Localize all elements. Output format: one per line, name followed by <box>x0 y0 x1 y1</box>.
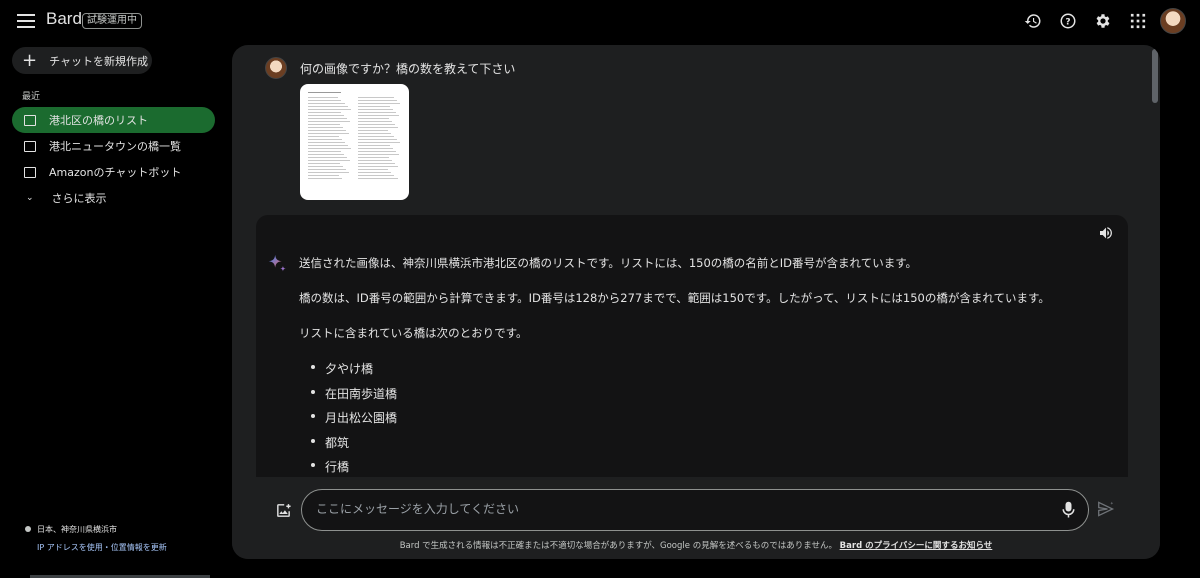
update-location-link[interactable]: IP アドレスを使用・位置情報を更新 <box>37 542 167 553</box>
new-chat-label: チャットを新規作成 <box>49 54 148 68</box>
svg-text:?: ? <box>1065 17 1070 27</box>
help-icon[interactable]: ? <box>1055 8 1081 34</box>
user-prompt-text: 何の画像ですか？橋の数を教えて下さい <box>300 62 516 76</box>
chat-panel: 何の画像ですか？橋の数を教えて下さい 送信された画像は、神奈川県横浜市港北区の橋… <box>232 45 1160 559</box>
disclaimer-text: Bard で生成される情報は不正確または不適切な場合がありますが、Google … <box>232 539 1160 551</box>
send-icon[interactable] <box>1097 501 1115 521</box>
user-avatar <box>265 57 287 79</box>
chat-bubble-icon <box>24 140 36 152</box>
speaker-icon[interactable] <box>1098 225 1114 245</box>
disclaimer-label: Bard で生成される情報は不正確または不適切な場合がありますが、Google … <box>399 541 837 551</box>
menu-icon[interactable] <box>15 11 37 31</box>
history-icon[interactable] <box>1020 8 1046 34</box>
sidebar-item-label: 港北区の橋のリスト <box>49 114 148 127</box>
sidebar-item-amazon-chatbot[interactable]: Amazonのチャットボット <box>12 159 215 185</box>
sidebar-item-label: Amazonのチャットボット <box>49 166 182 179</box>
chat-bubble-icon <box>24 114 36 126</box>
list-item: 都筑 <box>299 434 1099 459</box>
response-paragraph: リストに含まれている橋は次のとおりです。 <box>299 326 528 340</box>
sidebar-item-kohoku-bridges[interactable]: 港北区の橋のリスト <box>12 107 215 133</box>
bridge-list: 夕やけ橋 在田南歩道橋 月出松公園橋 都筑 行橋 <box>299 360 1099 483</box>
recent-heading: 最近 <box>22 92 41 102</box>
image-upload-icon[interactable] <box>275 502 292 523</box>
response-body: 送信された画像は、神奈川県横浜市港北区の橋のリストです。リストには、150の橋の… <box>299 257 1099 483</box>
bard-sparkle-icon <box>266 253 288 279</box>
location-label: 日本、神奈川県横浜市 <box>37 525 117 534</box>
message-input-box[interactable] <box>301 489 1089 531</box>
brand-logo: Bard <box>46 9 82 28</box>
location-text: 日本、神奈川県横浜市 <box>25 524 117 535</box>
show-more-label: さらに表示 <box>51 192 107 205</box>
location-dot-icon <box>25 526 31 532</box>
list-item: 月出松公園橋 <box>299 409 1099 434</box>
show-more-button[interactable]: ⌄ さらに表示 <box>12 185 215 211</box>
top-bar: Bard 試験運用中 ? <box>0 0 1200 42</box>
avatar[interactable] <box>1160 8 1186 34</box>
user-message: 何の画像ですか？橋の数を教えて下さい <box>265 57 515 79</box>
composer-area: Bard で生成される情報は不正確または不適切な場合がありますが、Google … <box>232 477 1160 559</box>
sidebar-item-label: 港北ニュータウンの橋一覧 <box>49 140 181 153</box>
list-item: 夕やけ橋 <box>299 360 1099 385</box>
chevron-down-icon: ⌄ <box>26 193 34 203</box>
list-item: 在田南歩道橋 <box>299 385 1099 410</box>
privacy-link[interactable]: Bard のプライバシーに関するお知らせ <box>840 541 993 551</box>
settings-icon[interactable] <box>1090 8 1116 34</box>
apps-icon[interactable] <box>1125 8 1151 34</box>
chat-bubble-icon <box>24 166 36 178</box>
uploaded-image-thumbnail[interactable] <box>300 84 409 200</box>
scrollbar-thumb[interactable] <box>1152 49 1158 103</box>
experiment-badge: 試験運用中 <box>82 13 142 29</box>
microphone-icon[interactable] <box>1061 501 1076 523</box>
new-chat-button[interactable]: + チャットを新規作成 <box>12 47 152 74</box>
message-input[interactable] <box>316 502 1016 516</box>
plus-icon: + <box>22 49 38 71</box>
sidebar-item-newtown-bridges[interactable]: 港北ニュータウンの橋一覧 <box>12 133 215 159</box>
response-paragraph: 橋の数は、ID番号の範囲から計算できます。ID番号は128から277までで、範囲… <box>299 291 1050 305</box>
recent-chat-list: 港北区の橋のリスト 港北ニュータウンの橋一覧 Amazonのチャットボット ⌄ … <box>12 107 215 211</box>
response-paragraph: 送信された画像は、神奈川県横浜市港北区の橋のリストです。リストには、150の橋の… <box>299 256 918 270</box>
